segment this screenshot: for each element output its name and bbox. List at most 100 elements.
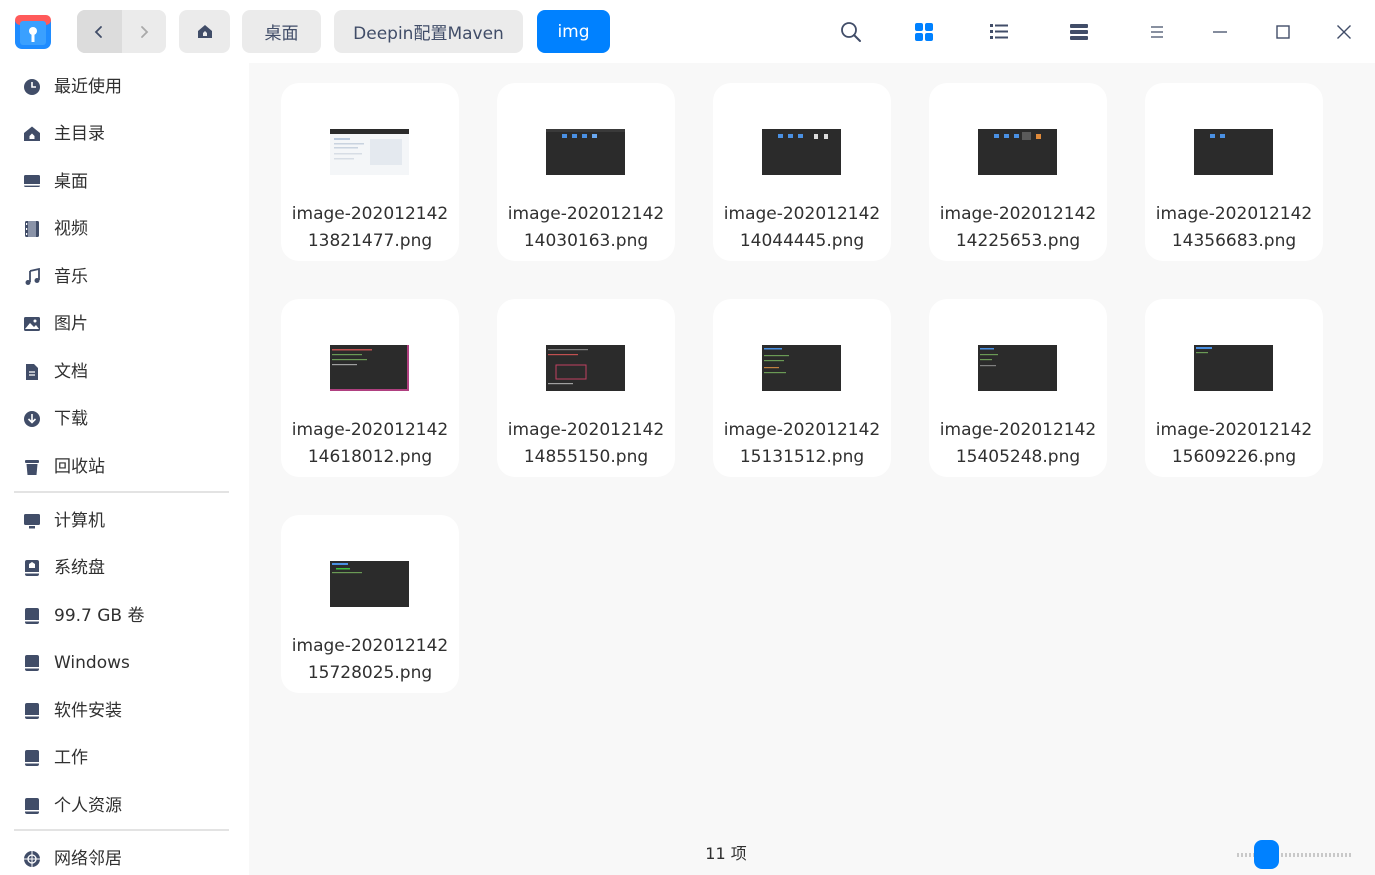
image-thumbnail [546,345,625,391]
file-item[interactable]: image-202012142 15405248.png [929,299,1107,477]
file-item[interactable]: image-202012142 15609226.png [1145,299,1323,477]
file-name: image-202012142 14356683.png [1155,204,1313,251]
sidebar-item-label: 工作 [54,748,88,768]
trash-icon [22,457,42,477]
sidebar-item-pictures[interactable]: 图片 [0,304,249,344]
file-name: image-202012142 15131512.png [723,420,881,467]
forward-button[interactable] [121,10,166,53]
sidebar-item-label: 图片 [54,314,88,334]
image-thumbnail [330,129,409,175]
sidebar-item-software[interactable]: 软件安装 [0,691,249,731]
desktop-icon [22,172,42,192]
sidebar: 最近使用 主目录 桌面 视频 音乐 图片 文档 下载 回收站 计算机 系统盘 9… [0,63,249,875]
network-icon [22,849,42,869]
file-item[interactable]: image-202012142 14356683.png [1145,83,1323,261]
sidebar-item-label: 回收站 [54,457,105,477]
picture-icon [22,314,42,334]
image-thumbnail [978,129,1057,175]
sidebar-item-label: 主目录 [54,124,105,144]
close-button[interactable] [1328,16,1360,48]
sidebar-item-music[interactable]: 音乐 [0,257,249,297]
file-item[interactable]: image-202012142 14855150.png [497,299,675,477]
sidebar-item-windows[interactable]: Windows [0,643,249,683]
home-icon [197,24,212,38]
sidebar-item-personal[interactable]: 个人资源 [0,786,249,826]
disk-icon [22,558,42,578]
chevron-right-icon [140,25,149,38]
sidebar-item-label: 计算机 [54,511,105,531]
sidebar-item-desktop[interactable]: 桌面 [0,162,249,202]
sidebar-divider [14,829,229,831]
file-item[interactable]: image-202012142 14225653.png [929,83,1107,261]
sidebar-item-label: 个人资源 [54,796,122,816]
computer-icon [22,511,42,531]
sidebar-item-system-disk[interactable]: 系统盘 [0,548,249,588]
sidebar-item-recent[interactable]: 最近使用 [0,67,249,107]
sidebar-item-label: 网络邻居 [54,849,122,869]
disk-icon [22,748,42,768]
history-nav [77,10,166,53]
item-count-status: 11 项 [705,844,747,863]
breadcrumb-maven-folder[interactable]: Deepin配置Maven [334,10,523,53]
sidebar-item-label: 文档 [54,362,88,382]
image-thumbnail [762,345,841,391]
sidebar-item-label: 下载 [54,409,88,429]
maximize-button[interactable] [1267,16,1299,48]
file-item[interactable]: image-202012142 14030163.png [497,83,675,261]
file-name: image-202012142 13821477.png [291,204,449,251]
breadcrumb-img-folder[interactable]: img [537,10,610,53]
disk-icon [22,606,42,626]
film-icon [22,219,42,239]
sidebar-item-computer[interactable]: 计算机 [0,501,249,541]
clock-icon [22,77,42,97]
breadcrumb-home-button[interactable] [179,10,230,53]
sidebar-item-network[interactable]: 网络邻居 [0,839,249,875]
sidebar-item-videos[interactable]: 视频 [0,209,249,249]
breadcrumb-desktop[interactable]: 桌面 [242,10,321,53]
chevron-left-icon [94,25,103,38]
file-name: image-202012142 15609226.png [1155,420,1313,467]
sidebar-item-work[interactable]: 工作 [0,738,249,778]
titlebar: 桌面 Deepin配置Maven img [0,0,1375,63]
maximize-icon [1276,25,1290,39]
search-icon [841,22,861,42]
file-item[interactable]: image-202012142 15131512.png [713,299,891,477]
disk-icon [22,701,42,721]
sidebar-item-trash[interactable]: 回收站 [0,447,249,487]
sidebar-item-downloads[interactable]: 下载 [0,399,249,439]
sidebar-item-label: 最近使用 [54,77,122,97]
sidebar-item-label: 视频 [54,219,88,239]
document-icon [22,362,42,382]
sidebar-item-home[interactable]: 主目录 [0,114,249,154]
file-name: image-202012142 14618012.png [291,420,449,467]
sidebar-item-volume-99gb[interactable]: 99.7 GB 卷 [0,596,249,636]
minimize-button[interactable] [1204,16,1236,48]
file-item[interactable]: image-202012142 14044445.png [713,83,891,261]
file-name: image-202012142 14225653.png [939,204,1097,251]
file-name: image-202012142 15405248.png [939,420,1097,467]
zoom-slider-handle[interactable] [1254,840,1279,869]
main-menu-button[interactable] [1141,16,1173,48]
menu-icon [1151,26,1163,38]
file-item[interactable]: image-202012142 14618012.png [281,299,459,477]
back-button[interactable] [77,10,122,53]
list-view-button[interactable] [983,16,1015,48]
image-thumbnail [546,129,625,175]
image-thumbnail [1194,129,1273,175]
icon-view-button[interactable] [908,16,940,48]
disk-icon [22,653,42,673]
image-thumbnail [762,129,841,175]
file-manager-window: 桌面 Deepin配置Maven img 最近使用 主目录 桌面 视频 音乐 图… [0,0,1375,875]
sidebar-item-label: 软件安装 [54,701,122,721]
sidebar-item-label: 音乐 [54,267,88,287]
home-icon [22,124,42,144]
detail-view-button[interactable] [1063,16,1095,48]
download-icon [22,409,42,429]
image-thumbnail [1194,345,1273,391]
search-button[interactable] [835,16,867,48]
file-item[interactable]: image-202012142 13821477.png [281,83,459,261]
file-item[interactable]: image-202012142 15728025.png [281,515,459,693]
app-logo-icon[interactable] [14,12,52,50]
sidebar-item-documents[interactable]: 文档 [0,352,249,392]
sidebar-item-label: Windows [54,653,130,673]
